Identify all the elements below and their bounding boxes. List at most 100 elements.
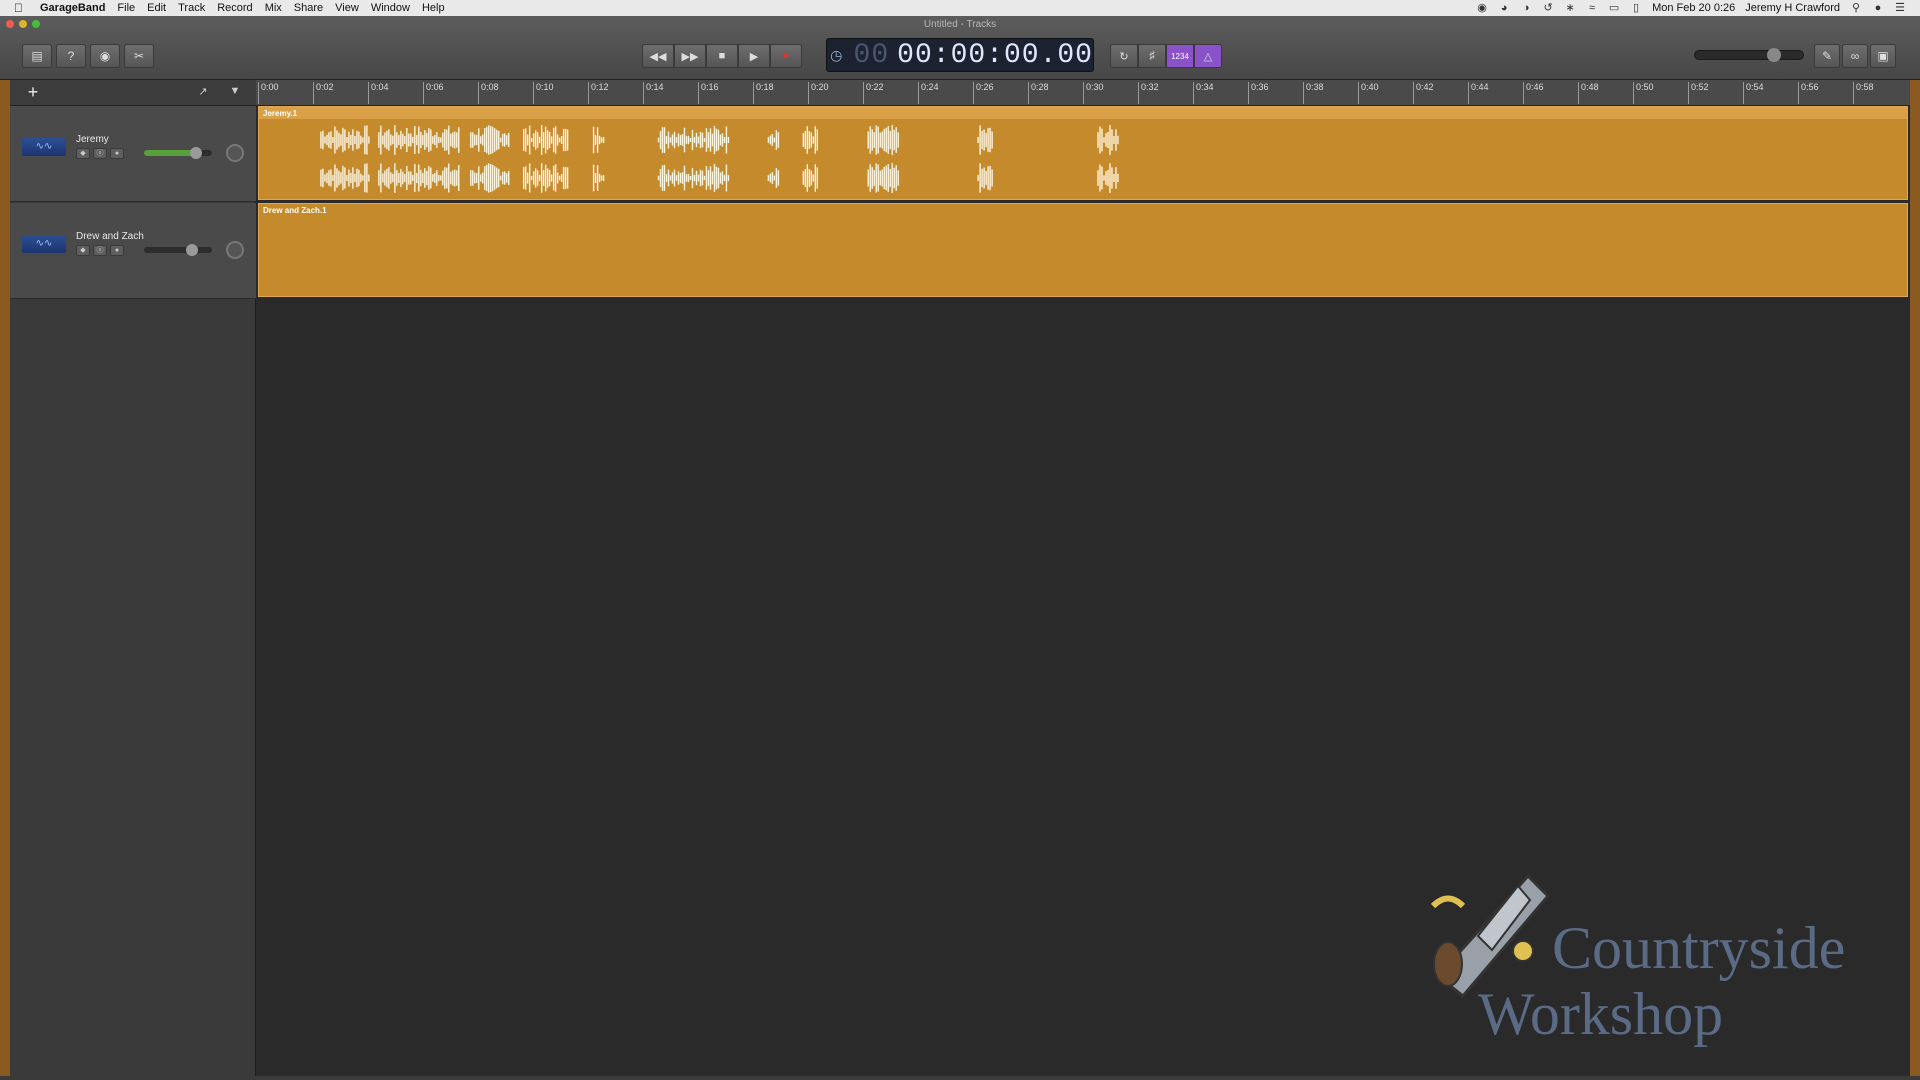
track-name[interactable]: Drew and Zach: [76, 231, 144, 242]
library-button[interactable]: ▤: [22, 44, 52, 68]
mute-icon[interactable]: ◆: [76, 245, 90, 256]
ruler-tick: 0:20: [808, 82, 829, 104]
headphones-icon[interactable]: ⓞ: [93, 245, 107, 256]
record-enable-icon[interactable]: ●: [110, 148, 124, 159]
stop-icon: ■: [718, 50, 726, 62]
ruler-tick: 0:26: [973, 82, 994, 104]
track-header-drew-and-zach[interactable]: ∿∿ Drew and Zach ◆ ⓞ ●: [10, 203, 256, 299]
lcd-time-prefix: 00: [853, 39, 890, 71]
ruler-tick: 0:00: [258, 82, 279, 104]
menu-help[interactable]: Help: [422, 2, 445, 14]
wifi-icon[interactable]: ≈: [1586, 2, 1598, 14]
media-browser-button[interactable]: ▣: [1870, 44, 1896, 68]
catch-playhead-button[interactable]: ↗: [194, 85, 212, 101]
ruler-tick: 0:06: [423, 82, 444, 104]
count-in-button[interactable]: 1234: [1166, 44, 1194, 68]
quick-help-button[interactable]: ?: [56, 44, 86, 68]
cycle-icon: ↻: [1119, 50, 1129, 63]
tuner-button[interactable]: ♯: [1138, 44, 1166, 68]
lcd-display[interactable]: ◷ 00 00:00:00.00: [826, 38, 1094, 72]
airplay-icon[interactable]: ▭: [1608, 2, 1620, 14]
clock-icon: ◷: [830, 46, 843, 63]
time-machine-icon[interactable]: ↺: [1542, 2, 1554, 14]
pan-knob[interactable]: [226, 144, 244, 162]
track-list: ∿∿ Jeremy ◆ ⓞ ● ∿∿ Drew and Zach ◆ ⓞ ●: [10, 106, 256, 1080]
siri-icon[interactable]: ●: [1872, 2, 1884, 14]
battery-icon[interactable]: ▯: [1630, 2, 1642, 14]
logo-line-2: Workshop: [1478, 981, 1724, 1047]
ruler-tick: 0:58: [1853, 82, 1874, 104]
menubar-user[interactable]: Jeremy H Crawford: [1745, 2, 1840, 14]
rewind-button[interactable]: ◀◀: [642, 44, 674, 68]
metronome-button[interactable]: △: [1194, 44, 1222, 68]
audio-region-drew-and-zach[interactable]: Drew and Zach.1: [258, 203, 1908, 297]
ruler-tick: 0:34: [1193, 82, 1214, 104]
stop-button[interactable]: ■: [706, 44, 738, 68]
record-icon: ●: [782, 50, 790, 62]
countryside-workshop-logo: Countryside Workshop: [1418, 856, 1888, 1056]
track-buttons: ◆ ⓞ ●: [76, 245, 124, 256]
master-volume-slider[interactable]: [1694, 48, 1804, 62]
track-volume-slider[interactable]: [144, 244, 212, 256]
ruler-tick: 0:36: [1248, 82, 1269, 104]
cycle-button[interactable]: ↻: [1110, 44, 1138, 68]
smart-controls-button[interactable]: ◉: [90, 44, 120, 68]
record-button[interactable]: ●: [770, 44, 802, 68]
plus-icon: +: [27, 82, 39, 102]
audio-region-jeremy[interactable]: Jeremy.1: [258, 106, 1908, 200]
filter-button[interactable]: ▼: [226, 85, 244, 101]
note-pad-button[interactable]: ✎: [1814, 44, 1840, 68]
sync-status-icon[interactable]: ◑: [1520, 2, 1532, 14]
ruler-tick: 0:48: [1578, 82, 1599, 104]
toolbar: Untitled - Tracks ▤ ? ◉ ✂ ◀◀ ▶▶ ■ ▶ ● ◷ …: [0, 16, 1920, 80]
note-pad-icon: ✎: [1821, 49, 1833, 63]
timeline-ruler[interactable]: 0:00 0:02 0:04 0:06 0:08 0:10 0:12 0:14 0:16 0:18…: [256, 80, 1910, 106]
mute-icon[interactable]: ◆: [76, 148, 90, 159]
metronome-icon: △: [1203, 50, 1213, 63]
master-volume-knob[interactable]: [1767, 48, 1781, 62]
help-icon: ?: [67, 49, 75, 63]
volume-knob[interactable]: [186, 244, 198, 256]
check-status-icon[interactable]: ◕: [1498, 2, 1510, 14]
menu-share[interactable]: Share: [294, 2, 323, 14]
menu-mix[interactable]: Mix: [265, 2, 282, 14]
menu-bar:  GarageBand File Edit Track Record Mix …: [0, 0, 1920, 16]
spotlight-icon[interactable]: ⚲: [1850, 2, 1862, 14]
ruler-tick: 0:28: [1028, 82, 1049, 104]
notification-center-icon[interactable]: ☰: [1894, 2, 1906, 14]
editors-button[interactable]: ✂: [124, 44, 154, 68]
track-header-jeremy[interactable]: ∿∿ Jeremy ◆ ⓞ ●: [10, 106, 256, 202]
pan-knob[interactable]: [226, 241, 244, 259]
bluetooth-icon[interactable]: ∗: [1564, 2, 1576, 14]
ruler-tick: 0:08: [478, 82, 499, 104]
region-header: [259, 107, 1907, 119]
ruler-tick: 0:30: [1083, 82, 1104, 104]
menu-track[interactable]: Track: [178, 2, 205, 14]
apple-menu-icon[interactable]: : [14, 1, 30, 15]
menu-file[interactable]: File: [117, 2, 135, 14]
menu-app-name[interactable]: GarageBand: [40, 2, 105, 14]
menu-edit[interactable]: Edit: [147, 2, 166, 14]
play-button[interactable]: ▶: [738, 44, 770, 68]
headphones-icon[interactable]: ⓞ: [93, 148, 107, 159]
volume-knob[interactable]: [190, 147, 202, 159]
status-area: ◉ ◕ ◑ ↺ ∗ ≈ ▭ ▯ Mon Feb 20 0:26 Jeremy H…: [1476, 2, 1920, 14]
ruler-tick: 0:56: [1798, 82, 1819, 104]
fast-forward-button[interactable]: ▶▶: [674, 44, 706, 68]
smart-controls-icon: ◉: [99, 49, 111, 63]
ruler-tick: 0:52: [1688, 82, 1709, 104]
menubar-clock[interactable]: Mon Feb 20 0:26: [1652, 2, 1735, 14]
add-track-button[interactable]: +: [24, 82, 42, 102]
record-status-icon[interactable]: ◉: [1476, 2, 1488, 14]
loop-browser-button[interactable]: ∞: [1842, 44, 1868, 68]
menu-window[interactable]: Window: [371, 2, 410, 14]
ruler-tick: 0:46: [1523, 82, 1544, 104]
menu-view[interactable]: View: [335, 2, 359, 14]
menu-record[interactable]: Record: [217, 2, 252, 14]
rewind-icon: ◀◀: [649, 50, 667, 63]
record-enable-icon[interactable]: ●: [110, 245, 124, 256]
media-icon: ▣: [1877, 49, 1889, 63]
track-name[interactable]: Jeremy: [76, 134, 109, 145]
waveform-right: [320, 163, 1119, 193]
track-volume-slider[interactable]: [144, 147, 212, 159]
